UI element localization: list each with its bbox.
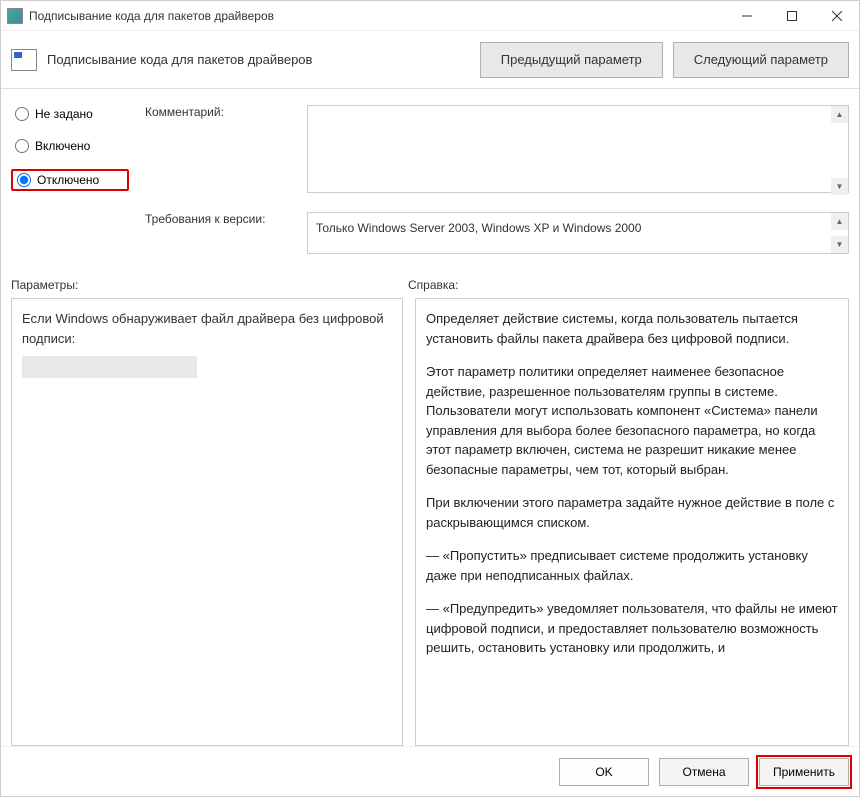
radio-disabled-input[interactable] xyxy=(17,173,31,187)
requirements-scroll: ▲ ▼ xyxy=(831,213,848,253)
radio-enabled[interactable]: Включено xyxy=(11,137,129,155)
radio-not-configured-input[interactable] xyxy=(15,107,29,121)
dialog-body: Не задано Включено Отключено Комментарий… xyxy=(1,89,859,746)
window-title: Подписывание кода для пакетов драйверов xyxy=(29,9,724,23)
state-radios: Не задано Включено Отключено xyxy=(11,101,129,266)
close-button[interactable] xyxy=(814,1,859,30)
parameters-text: Если Windows обнаруживает файл драйвера … xyxy=(22,309,392,348)
params-section-label: Параметры: xyxy=(11,278,408,292)
comment-input[interactable] xyxy=(307,105,849,193)
minimize-button[interactable] xyxy=(724,1,769,30)
maximize-icon xyxy=(787,11,797,21)
parameters-panel: Если Windows обнаруживает файл драйвера … xyxy=(11,298,403,746)
help-paragraph: — «Пропустить» предписывает системе прод… xyxy=(426,546,842,585)
upper-section: Не задано Включено Отключено Комментарий… xyxy=(11,101,849,266)
policy-dialog: Подписывание кода для пакетов драйверов … xyxy=(0,0,860,797)
comment-wrap: ▲ ▼ xyxy=(307,105,849,196)
help-paragraph: Определяет действие системы, когда польз… xyxy=(426,309,842,348)
minimize-icon xyxy=(742,11,752,21)
dialog-footer: OK Отмена Применить xyxy=(1,746,859,796)
radio-not-configured-label: Не задано xyxy=(35,107,93,121)
requirements-text: Только Windows Server 2003, Windows XP и… xyxy=(307,212,849,254)
radio-enabled-label: Включено xyxy=(35,139,90,153)
comment-row: Комментарий: ▲ ▼ xyxy=(145,101,849,196)
section-labels: Параметры: Справка: xyxy=(11,278,849,292)
next-setting-button[interactable]: Следующий параметр xyxy=(673,42,849,78)
help-paragraph: Этот параметр политики определяет наимен… xyxy=(426,362,842,479)
app-icon xyxy=(7,8,23,24)
requirements-label: Требования к версии: xyxy=(145,212,295,226)
comment-scroll: ▲ ▼ xyxy=(831,106,848,195)
prev-setting-button[interactable]: Предыдущий параметр xyxy=(480,42,663,78)
help-section-label: Справка: xyxy=(408,278,849,292)
cancel-button[interactable]: Отмена xyxy=(659,758,749,786)
apply-button[interactable]: Применить xyxy=(759,758,849,786)
ok-button[interactable]: OK xyxy=(559,758,649,786)
scroll-up-icon[interactable]: ▲ xyxy=(831,213,848,230)
toolbar-title: Подписывание кода для пакетов драйверов xyxy=(47,52,470,67)
radio-disabled[interactable]: Отключено xyxy=(11,169,129,191)
help-panel[interactable]: Определяет действие системы, когда польз… xyxy=(415,298,849,746)
window-controls xyxy=(724,1,859,30)
scroll-down-icon[interactable]: ▼ xyxy=(831,236,848,253)
help-paragraph: При включении этого параметра задайте ну… xyxy=(426,493,842,532)
fields-column: Комментарий: ▲ ▼ Требования к версии: То… xyxy=(145,101,849,266)
policy-icon xyxy=(11,49,37,71)
help-paragraph: — «Предупредить» уведомляет пользователя… xyxy=(426,599,842,658)
toolbar: Подписывание кода для пакетов драйверов … xyxy=(1,31,859,89)
close-icon xyxy=(832,11,842,21)
requirements-wrap: Только Windows Server 2003, Windows XP и… xyxy=(307,212,849,254)
radio-enabled-input[interactable] xyxy=(15,139,29,153)
maximize-button[interactable] xyxy=(769,1,814,30)
titlebar: Подписывание кода для пакетов драйверов xyxy=(1,1,859,31)
radio-disabled-label: Отключено xyxy=(37,173,99,187)
requirements-row: Требования к версии: Только Windows Serv… xyxy=(145,208,849,254)
comment-label: Комментарий: xyxy=(145,105,295,119)
lower-section: Если Windows обнаруживает файл драйвера … xyxy=(11,298,849,746)
radio-not-configured[interactable]: Не задано xyxy=(11,105,129,123)
action-dropdown[interactable] xyxy=(22,356,197,378)
scroll-down-icon[interactable]: ▼ xyxy=(831,178,848,195)
scroll-up-icon[interactable]: ▲ xyxy=(831,106,848,123)
